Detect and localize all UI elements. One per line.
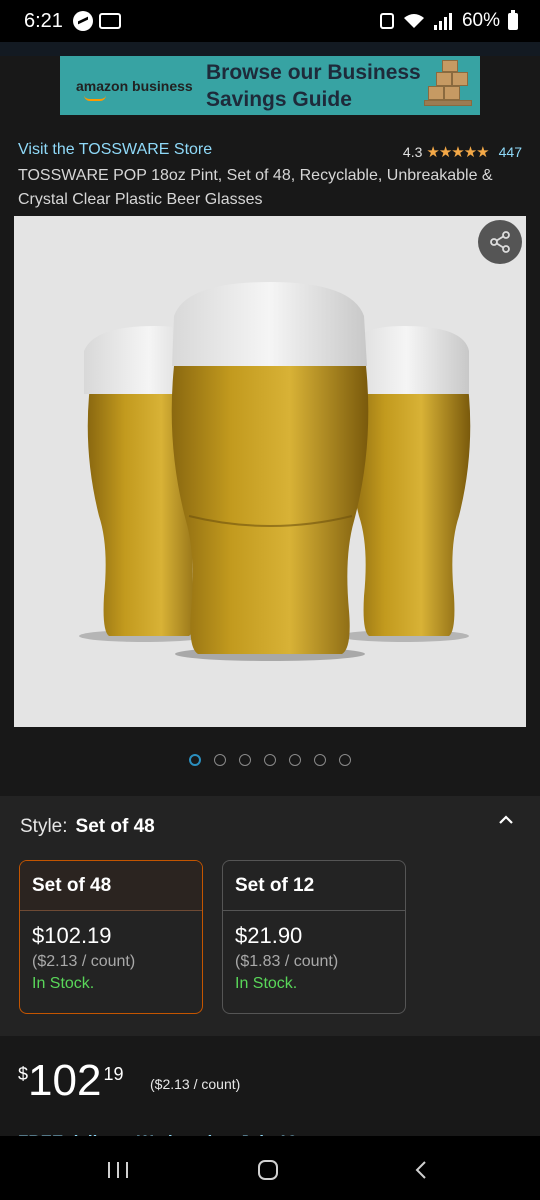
messenger-icon: [72, 11, 93, 31]
option-unit-price: ($2.13 / count): [32, 953, 136, 970]
recent-apps-icon[interactable]: [108, 1162, 128, 1178]
style-option-set-of-12[interactable]: Set of 12 $21.90 ($1.83 / count) In Stoc…: [222, 860, 406, 1014]
carousel-dot[interactable]: [214, 754, 226, 766]
option-name: Set of 12: [223, 861, 405, 911]
price-section: $ 102 19 ($2.13 / count) FREE delivery W…: [0, 1036, 540, 1136]
product-image[interactable]: [14, 216, 526, 727]
battery-percent: 60%: [461, 10, 500, 31]
data-saver-icon: [379, 13, 394, 29]
carousel-dot[interactable]: [264, 754, 276, 766]
carousel-dot[interactable]: [289, 754, 301, 766]
status-bar: 6:21 60%: [0, 0, 540, 42]
wifi-icon: [403, 14, 424, 28]
ad-banner[interactable]: amazon business Browse our Business Savi…: [60, 56, 480, 115]
price-symbol: $: [18, 1064, 29, 1084]
ad-logo-text: amazon business: [76, 77, 193, 94]
option-unit-price: ($1.83 / count): [235, 953, 339, 970]
option-name: Set of 48: [20, 861, 202, 911]
home-icon[interactable]: [258, 1160, 278, 1180]
price-per-unit: ($2.13 / count): [150, 1076, 241, 1092]
option-stock-status: In Stock.: [32, 975, 95, 992]
carousel-dot[interactable]: [239, 754, 251, 766]
style-option-set-of-48[interactable]: Set of 48 $102.19 ($2.13 / count) In Sto…: [19, 860, 203, 1014]
buybox-price: $ 102 19: [18, 1056, 123, 1106]
option-price: $102.19: [32, 923, 112, 948]
carousel-dot[interactable]: [314, 754, 326, 766]
ad-headline: Browse our Business Savings Guide: [206, 60, 421, 111]
carousel-dots: [0, 754, 540, 766]
style-label: Style: Set of 48: [20, 816, 155, 838]
style-selected-value: Set of 48: [75, 816, 155, 837]
style-label-text: Style:: [20, 816, 68, 837]
boxes-icon: [424, 59, 480, 112]
share-icon: [490, 231, 510, 253]
option-price: $21.90: [235, 923, 303, 948]
style-selector: Style: Set of 48 Set of 48 $102.19 ($2.13…: [0, 796, 540, 1036]
rating-summary[interactable]: 4.3 ★★★★★ 447: [403, 143, 522, 161]
app-header-strip: [0, 42, 540, 56]
option-stock-status: In Stock.: [235, 975, 298, 992]
product-title: TOSSWARE POP 18oz Pint, Set of 48, Recyc…: [18, 167, 493, 208]
price-whole: 102: [28, 1056, 102, 1105]
amazon-business-logo: amazon business: [60, 77, 196, 101]
chevron-up-icon[interactable]: [498, 812, 514, 828]
star-rating-icon: ★★★★★: [426, 144, 489, 161]
back-icon[interactable]: [412, 1160, 430, 1180]
store-link[interactable]: Visit the TOSSWARE Store: [18, 141, 212, 159]
rating-value: 4.3: [402, 144, 423, 160]
beer-glasses-image: [79, 282, 471, 661]
status-time: 6:21: [24, 9, 63, 32]
share-button[interactable]: [478, 220, 522, 264]
product-page: amazon business Browse our Business Savi…: [0, 56, 540, 796]
review-count[interactable]: 447: [499, 144, 522, 160]
carousel-dot[interactable]: [339, 754, 351, 766]
signal-icon: [433, 12, 454, 30]
system-nav-bar: [0, 1136, 540, 1200]
price-fraction: 19: [103, 1064, 124, 1084]
carousel-dot[interactable]: [189, 754, 201, 766]
battery-icon: [508, 9, 518, 30]
notification-icon: [98, 13, 121, 29]
smile-icon: [84, 95, 106, 101]
